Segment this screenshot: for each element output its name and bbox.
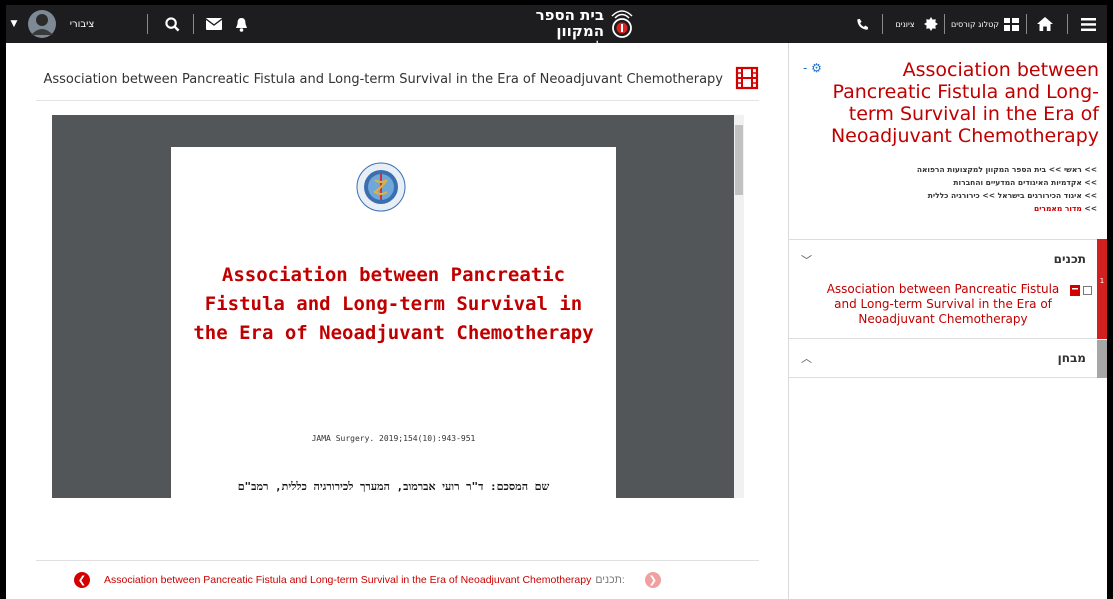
grades-link[interactable]: ציונים <box>888 5 922 43</box>
prev-arrow-icon[interactable]: ❮ <box>74 572 90 588</box>
next-arrow-icon[interactable]: ❯ <box>644 572 661 588</box>
user-menu-chevron-icon[interactable]: ▼ <box>8 5 20 43</box>
breadcrumb: >> ראשי >> בית הספר המקוון למקצועות הרפו… <box>916 165 1097 213</box>
breadcrumb-item[interactable]: ראשי <box>1064 165 1082 174</box>
paper-reference: JAMA Surgery. 2019;154(10):943-951 <box>311 434 476 443</box>
avatar[interactable] <box>26 5 58 43</box>
document-header: Association between Pancreatic Fistula a… <box>36 65 759 101</box>
catalog-icon[interactable] <box>1002 5 1020 43</box>
grades-badge-icon[interactable] <box>922 5 940 43</box>
contents-header[interactable]: תכנים <box>1054 252 1086 266</box>
site-logo-icon[interactable] <box>606 5 638 43</box>
mail-icon[interactable] <box>204 5 224 43</box>
divider <box>882 14 883 34</box>
checkbox[interactable] <box>1083 286 1092 295</box>
film-icon[interactable] <box>735 66 759 94</box>
document-title: Association between Pancreatic Fistula a… <box>43 72 723 87</box>
divider <box>944 14 945 34</box>
home-icon[interactable] <box>1034 5 1056 43</box>
hamburger-icon[interactable] <box>1077 5 1099 43</box>
paper-title: Association between Pancreatic Fistula a… <box>193 264 594 344</box>
divider <box>1067 14 1068 34</box>
chevron-down-icon[interactable]: ﹀ <box>801 252 812 268</box>
phone-icon[interactable] <box>852 5 872 43</box>
bottom-navigation: ❮ Association between Pancreatic Fistula… <box>36 560 759 599</box>
association-seal-logo <box>356 162 406 212</box>
contents-item[interactable]: Association between Pancreatic Fistula a… <box>817 282 1069 327</box>
breadcrumb-current[interactable]: מדור מאמרים <box>1034 204 1082 213</box>
bottom-nav-label: תכנים: <box>595 574 625 586</box>
app-frame: ▼ ציבורי בית הספר המקוון למקצועות הרפואה… <box>6 5 1107 599</box>
main-content: Association between Pancreatic Fistula a… <box>6 43 788 599</box>
contents-indicator: 1 <box>1097 239 1107 339</box>
pdf-viewer[interactable]: Association between Pancreatic Fistula a… <box>52 115 744 498</box>
breadcrumb-item[interactable]: אקדמיות האיגודים המדעיים והחברות <box>953 178 1081 187</box>
pdf-page: Association between Pancreatic Fistula a… <box>171 147 616 498</box>
exam-header[interactable]: מבחן <box>1058 351 1086 365</box>
pdf-icon <box>1070 285 1080 296</box>
viewer-scrollbar[interactable] <box>734 115 744 498</box>
search-icon[interactable] <box>161 5 183 43</box>
bottom-nav-item[interactable]: Association between Pancreatic Fistula a… <box>104 574 591 586</box>
bell-icon[interactable] <box>232 5 250 43</box>
contents-item-icons <box>1070 285 1092 296</box>
divider <box>147 14 148 34</box>
indicator-number: 1 <box>1099 277 1105 285</box>
exam-indicator <box>1097 340 1107 378</box>
paper-author: שם המסכם: ד"ר רועי אברמוב, המערך לכירורג… <box>237 480 550 493</box>
breadcrumb-item[interactable]: בית הספר המקוון למקצועות הרפואה <box>917 165 1046 174</box>
sidebar: - ⚙ Association between Pancreatic Fistu… <box>788 43 1107 599</box>
divider <box>1026 14 1027 34</box>
top-bar: ▼ ציבורי בית הספר המקוון למקצועות הרפואה… <box>6 5 1107 71</box>
course-catalog-link[interactable]: קטלוג קורסים <box>949 5 1001 43</box>
breadcrumb-item[interactable]: כירורגיה כללית <box>928 191 980 200</box>
divider <box>193 14 194 34</box>
scroll-thumb[interactable] <box>735 125 743 195</box>
sidebar-title: Association between Pancreatic Fistula a… <box>830 59 1099 147</box>
contents-section: ﹀ תכנים Association between Pancreatic F… <box>789 239 1107 339</box>
user-name[interactable]: ציבורי <box>62 5 102 43</box>
exam-section: ︿ מבחן <box>789 340 1107 378</box>
chevron-up-icon[interactable]: ︿ <box>801 350 812 366</box>
site-title-line1: בית הספר המקוון <box>535 6 604 40</box>
breadcrumb-item[interactable]: איגוד הכירורגים בישראל <box>998 191 1082 200</box>
